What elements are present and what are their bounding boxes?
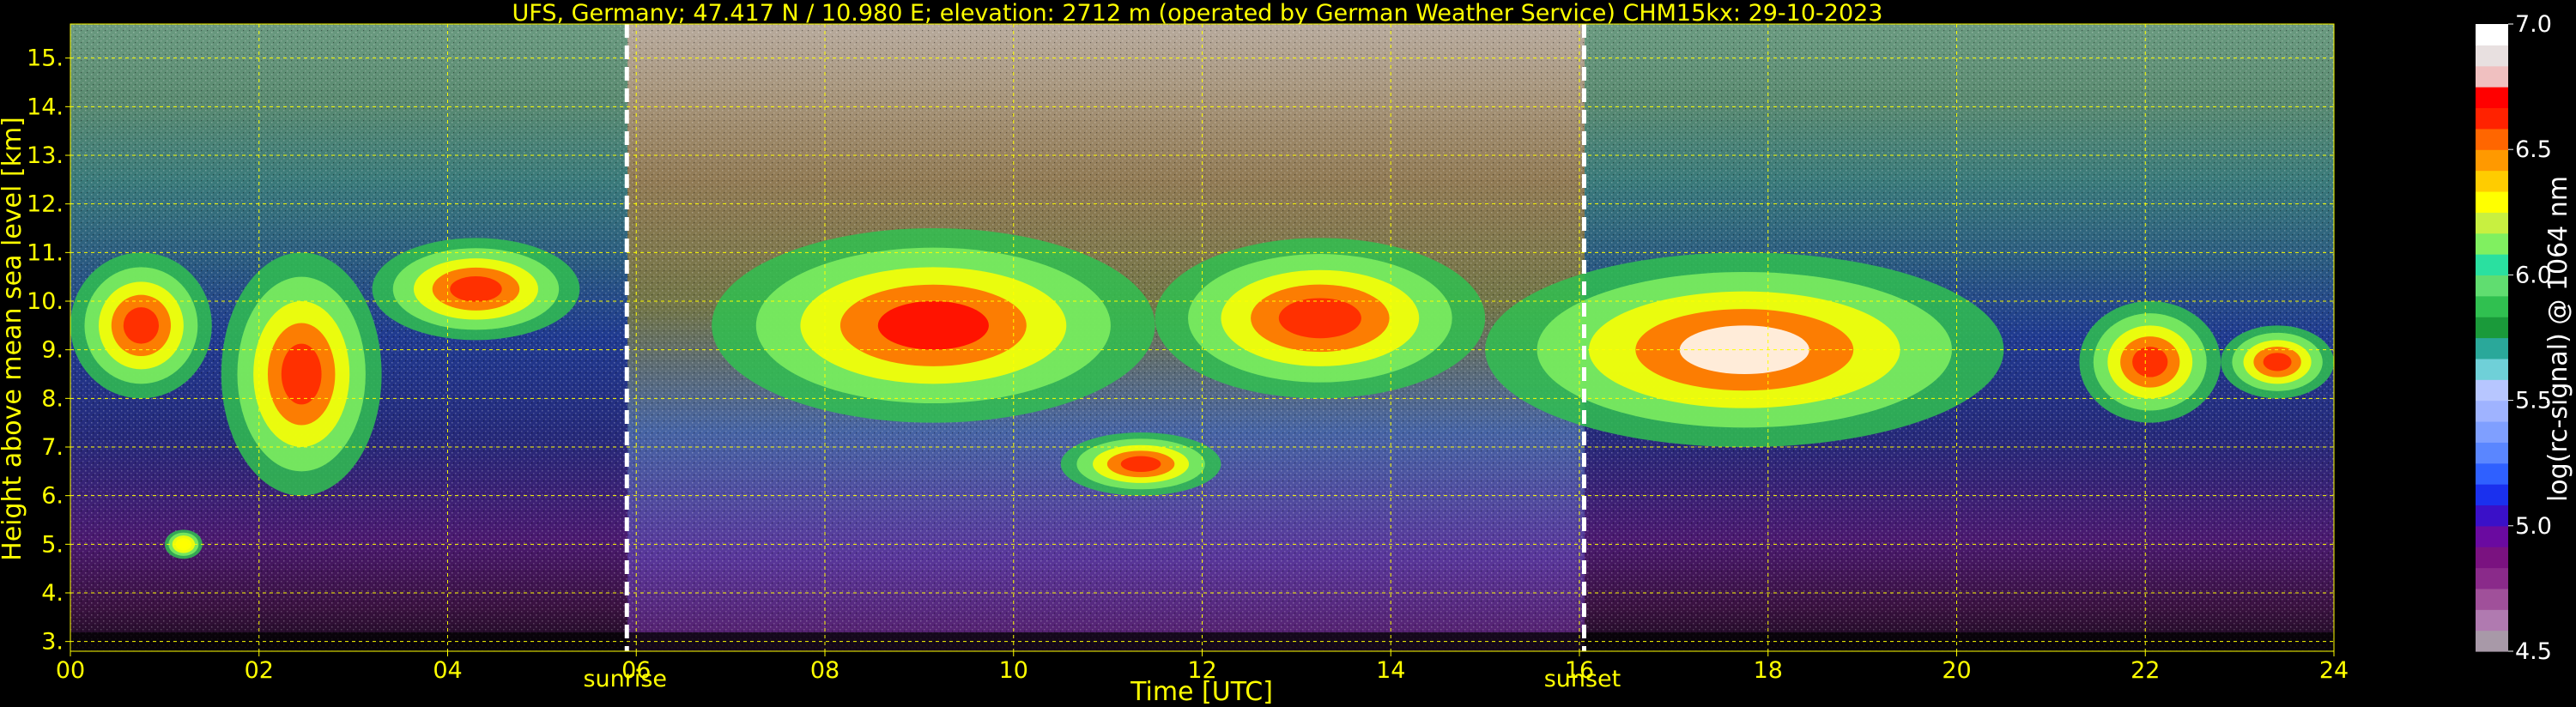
y-tick-label: 12.: [27, 191, 64, 218]
y-tick-label: 4.: [41, 580, 64, 607]
colorbar-segment: [2476, 254, 2508, 275]
cloud-layer: [2079, 301, 2221, 423]
y-tick-label: 15.: [27, 45, 64, 72]
colorbar-segment: [2476, 400, 2508, 422]
y-tick-label: 5.: [41, 531, 64, 558]
x-tick-label: 10: [999, 657, 1028, 684]
cloud-layer: [1155, 238, 1486, 399]
x-tick-label: 18: [1754, 657, 1783, 684]
y-tick-label: 14.: [27, 94, 64, 120]
x-tick-label: 22: [2131, 657, 2160, 684]
colorbar-segment: [2476, 275, 2508, 297]
x-tick-label: 16: [1565, 657, 1594, 684]
colorbar-segment: [2476, 567, 2508, 589]
colorbar-segment: [2476, 337, 2508, 360]
y-tick-label: 10.: [27, 288, 64, 315]
y-tick-label: 13.: [27, 142, 64, 169]
y-tick-label: 6.: [41, 483, 64, 510]
colorbar-segment: [2476, 609, 2508, 631]
colorbar-tick-label: 7.0: [2515, 11, 2552, 38]
colorbar-segment: [2476, 420, 2508, 443]
colorbar-segment: [2476, 45, 2508, 67]
colorbar-segment: [2476, 295, 2508, 317]
y-tick-label: 11.: [27, 239, 64, 266]
colorbar-tick-label: 4.5: [2515, 638, 2552, 665]
colorbar-segment: [2476, 379, 2508, 402]
colorbar-segment: [2476, 630, 2508, 652]
colorbar-label: log(rc-signal) @ 1064 nm: [2543, 176, 2573, 502]
colorbar-segment: [2476, 588, 2508, 610]
plot-area: sunrise sunset: [70, 23, 2335, 692]
cloud-layer: [2221, 325, 2334, 399]
colorbar-segment: [2476, 107, 2508, 130]
cloud-shade: [877, 301, 989, 350]
cloud-shade: [2263, 353, 2292, 372]
cloud-layer: [1060, 432, 1221, 496]
colorbar-segment: [2476, 317, 2508, 339]
x-tick-label: 08: [810, 657, 839, 684]
x-tick-label: 02: [245, 657, 274, 684]
x-tick-label: 24: [2319, 657, 2349, 684]
y-tick-label: 8.: [41, 385, 64, 412]
y-tick-label: 3.: [41, 629, 64, 656]
colorbar-segment: [2476, 65, 2508, 88]
colorbar-segment: [2476, 190, 2508, 213]
colorbar-segment: [2476, 212, 2508, 234]
cloud-layer: [372, 238, 580, 341]
colorbar-segment: [2476, 525, 2508, 547]
cloud-shade: [450, 275, 502, 302]
colorbar-segment: [2476, 128, 2508, 150]
cloud-shade: [281, 343, 322, 405]
colorbar-segment: [2476, 358, 2508, 380]
colorbar-segment: [2476, 484, 2508, 506]
y-tick-label: 7.: [41, 434, 64, 461]
chart-title: UFS, Germany; 47.417 N / 10.980 E; eleva…: [512, 0, 1883, 27]
x-tick-label: 04: [433, 657, 462, 684]
y-axis-label: Height above mean sea level [km]: [0, 117, 27, 561]
colorbar-tick-label: 5.0: [2515, 513, 2552, 540]
cloud-layer: [70, 252, 212, 399]
colorbar-segment: [2476, 505, 2508, 527]
colorbar-segment: [2476, 170, 2508, 192]
cloud-layer: [221, 252, 382, 496]
cloud-shade: [1120, 456, 1161, 473]
colorbar-segment: [2476, 87, 2508, 109]
colorbar-segment: [2476, 24, 2508, 45]
cloud-shade: [1278, 298, 1361, 339]
colorbar-segment: [2476, 442, 2508, 464]
x-tick-label: 06: [621, 657, 651, 684]
x-tick-label: 14: [1376, 657, 1405, 684]
x-tick-label: 20: [1942, 657, 1971, 684]
colorbar-segment: [2476, 233, 2508, 255]
cloud-shade: [2132, 347, 2168, 378]
cloud-layer: [712, 228, 1155, 423]
x-axis-label: Time [UTC]: [1130, 677, 1273, 707]
ceilometer-chart: UFS, Germany; 47.417 N / 10.980 E; eleva…: [0, 0, 2576, 707]
colorbar-tick-label: 6.5: [2515, 136, 2552, 163]
colorbar-segment: [2476, 149, 2508, 172]
cloud-shade: [123, 307, 160, 344]
x-tick-label: 00: [56, 657, 85, 684]
colorbar-segment: [2476, 547, 2508, 569]
y-tick-label: 9.: [41, 337, 64, 364]
colorbar-segment: [2476, 462, 2508, 485]
